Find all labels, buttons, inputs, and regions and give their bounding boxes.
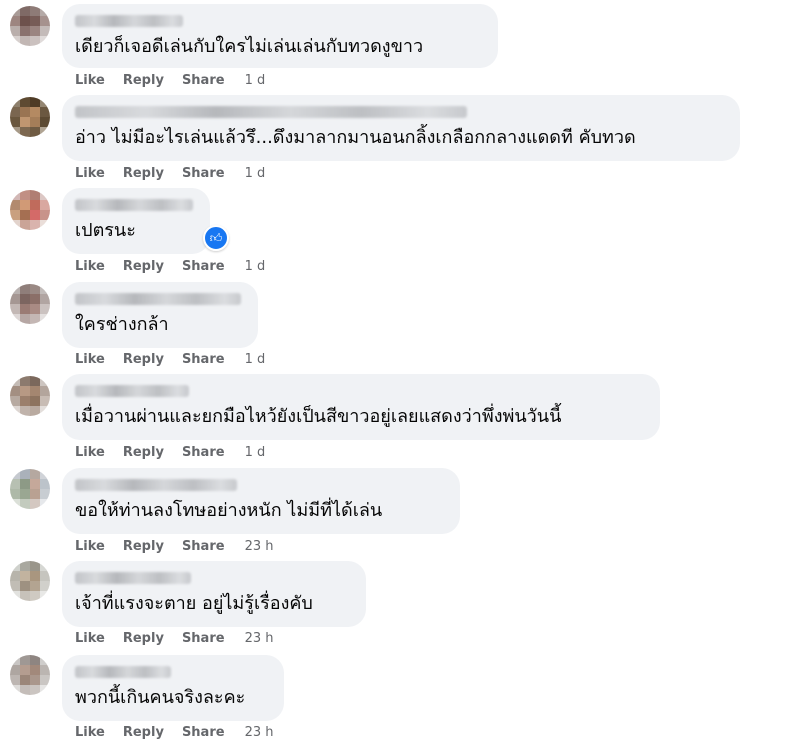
comment-actions: Like Reply Share 23 h bbox=[75, 537, 273, 555]
share-button[interactable]: Share bbox=[182, 166, 225, 181]
comment-timestamp[interactable]: 1 d bbox=[245, 445, 266, 460]
like-button[interactable]: Like bbox=[75, 445, 105, 460]
comment-text: อ่าว ไม่มีอะไรเล่นแล้วรึ...ดึงมาลากมานอน… bbox=[75, 127, 636, 148]
comment-bubble: อ่าว ไม่มีอะไรเล่นแล้วรึ...ดึงมาลากมานอน… bbox=[62, 95, 740, 161]
like-reaction-icon[interactable]: 👍︎ bbox=[203, 225, 229, 251]
comment-bubble: ขอให้ท่านลงโทษอย่างหนัก ไม่มีที่ได้เล่น bbox=[62, 468, 460, 534]
like-button[interactable]: Like bbox=[75, 631, 105, 646]
comment-actions: Like Reply Share 1 d bbox=[75, 164, 265, 182]
avatar[interactable] bbox=[10, 469, 50, 509]
share-button[interactable]: Share bbox=[182, 631, 225, 646]
commenter-name[interactable] bbox=[75, 479, 237, 491]
comment-text: เจ้าที่แรงจะตาย อยู่ไม่รู้เรื่องคับ bbox=[75, 593, 313, 614]
commenter-name[interactable] bbox=[75, 199, 193, 211]
comment-actions: Like Reply Share 1 d bbox=[75, 443, 265, 461]
comment-text: ขอให้ท่านลงโทษอย่างหนัก ไม่มีที่ได้เล่น bbox=[75, 500, 383, 521]
reply-button[interactable]: Reply bbox=[123, 631, 164, 646]
like-button[interactable]: Like bbox=[75, 166, 105, 181]
comment-bubble: เดียวก็เจอดีเล่นกับใครไม่เล่นเล่นกับทวดง… bbox=[62, 4, 498, 68]
avatar[interactable] bbox=[10, 284, 50, 324]
comment-actions: Like Reply Share 1 d bbox=[75, 350, 265, 368]
comment-timestamp[interactable]: 1 d bbox=[245, 352, 266, 367]
reply-button[interactable]: Reply bbox=[123, 445, 164, 460]
share-button[interactable]: Share bbox=[182, 259, 225, 274]
reply-button[interactable]: Reply bbox=[123, 352, 164, 367]
avatar[interactable] bbox=[10, 561, 50, 601]
share-button[interactable]: Share bbox=[182, 73, 225, 88]
comment-timestamp[interactable]: 23 h bbox=[245, 631, 274, 646]
commenter-name[interactable] bbox=[75, 15, 183, 27]
comment-bubble: พวกนี้เกินคนจริงละคะ bbox=[62, 655, 284, 721]
comment-actions: Like Reply Share 23 h bbox=[75, 629, 273, 647]
comment-bubble: ใครช่างกล้า bbox=[62, 282, 258, 348]
comment-bubble: เจ้าที่แรงจะตาย อยู่ไม่รู้เรื่องคับ bbox=[62, 561, 366, 627]
like-button[interactable]: Like bbox=[75, 539, 105, 554]
avatar[interactable] bbox=[10, 6, 50, 46]
comment-actions: Like Reply Share 23 h bbox=[75, 723, 273, 741]
comment-timestamp[interactable]: 23 h bbox=[245, 725, 274, 740]
comment-actions: Like Reply Share 1 d bbox=[75, 71, 265, 89]
share-button[interactable]: Share bbox=[182, 352, 225, 367]
comment-text: เดียวก็เจอดีเล่นกับใครไม่เล่นเล่นกับทวดง… bbox=[75, 36, 424, 57]
like-button[interactable]: Like bbox=[75, 73, 105, 88]
comment-text: พวกนี้เกินคนจริงละคะ bbox=[75, 687, 246, 708]
comment-text: ใครช่างกล้า bbox=[75, 314, 169, 335]
reply-button[interactable]: Reply bbox=[123, 166, 164, 181]
comment-text: เมื่อวานผ่านและยกมือไหว้ยังเป็นสีขาวอยู่… bbox=[75, 406, 562, 427]
share-button[interactable]: Share bbox=[182, 725, 225, 740]
commenter-name[interactable] bbox=[75, 106, 467, 118]
comment-bubble: เมื่อวานผ่านและยกมือไหว้ยังเป็นสีขาวอยู่… bbox=[62, 374, 660, 440]
reply-button[interactable]: Reply bbox=[123, 73, 164, 88]
reply-button[interactable]: Reply bbox=[123, 725, 164, 740]
comment-text: เปตรนะ bbox=[75, 220, 136, 241]
comment-bubble: เปตรนะ bbox=[62, 188, 210, 254]
commenter-name[interactable] bbox=[75, 385, 189, 397]
comment-timestamp[interactable]: 1 d bbox=[245, 166, 266, 181]
avatar[interactable] bbox=[10, 190, 50, 230]
comment-timestamp[interactable]: 1 d bbox=[245, 73, 266, 88]
comment-timestamp[interactable]: 23 h bbox=[245, 539, 274, 554]
avatar[interactable] bbox=[10, 376, 50, 416]
commenter-name[interactable] bbox=[75, 293, 241, 305]
reply-button[interactable]: Reply bbox=[123, 259, 164, 274]
avatar[interactable] bbox=[10, 655, 50, 695]
share-button[interactable]: Share bbox=[182, 445, 225, 460]
like-button[interactable]: Like bbox=[75, 352, 105, 367]
commenter-name[interactable] bbox=[75, 572, 191, 584]
like-button[interactable]: Like bbox=[75, 725, 105, 740]
comment-timestamp[interactable]: 1 d bbox=[245, 259, 266, 274]
share-button[interactable]: Share bbox=[182, 539, 225, 554]
avatar[interactable] bbox=[10, 97, 50, 137]
comment-actions: Like Reply Share 1 d bbox=[75, 257, 265, 275]
commenter-name[interactable] bbox=[75, 666, 171, 678]
like-button[interactable]: Like bbox=[75, 259, 105, 274]
reply-button[interactable]: Reply bbox=[123, 539, 164, 554]
